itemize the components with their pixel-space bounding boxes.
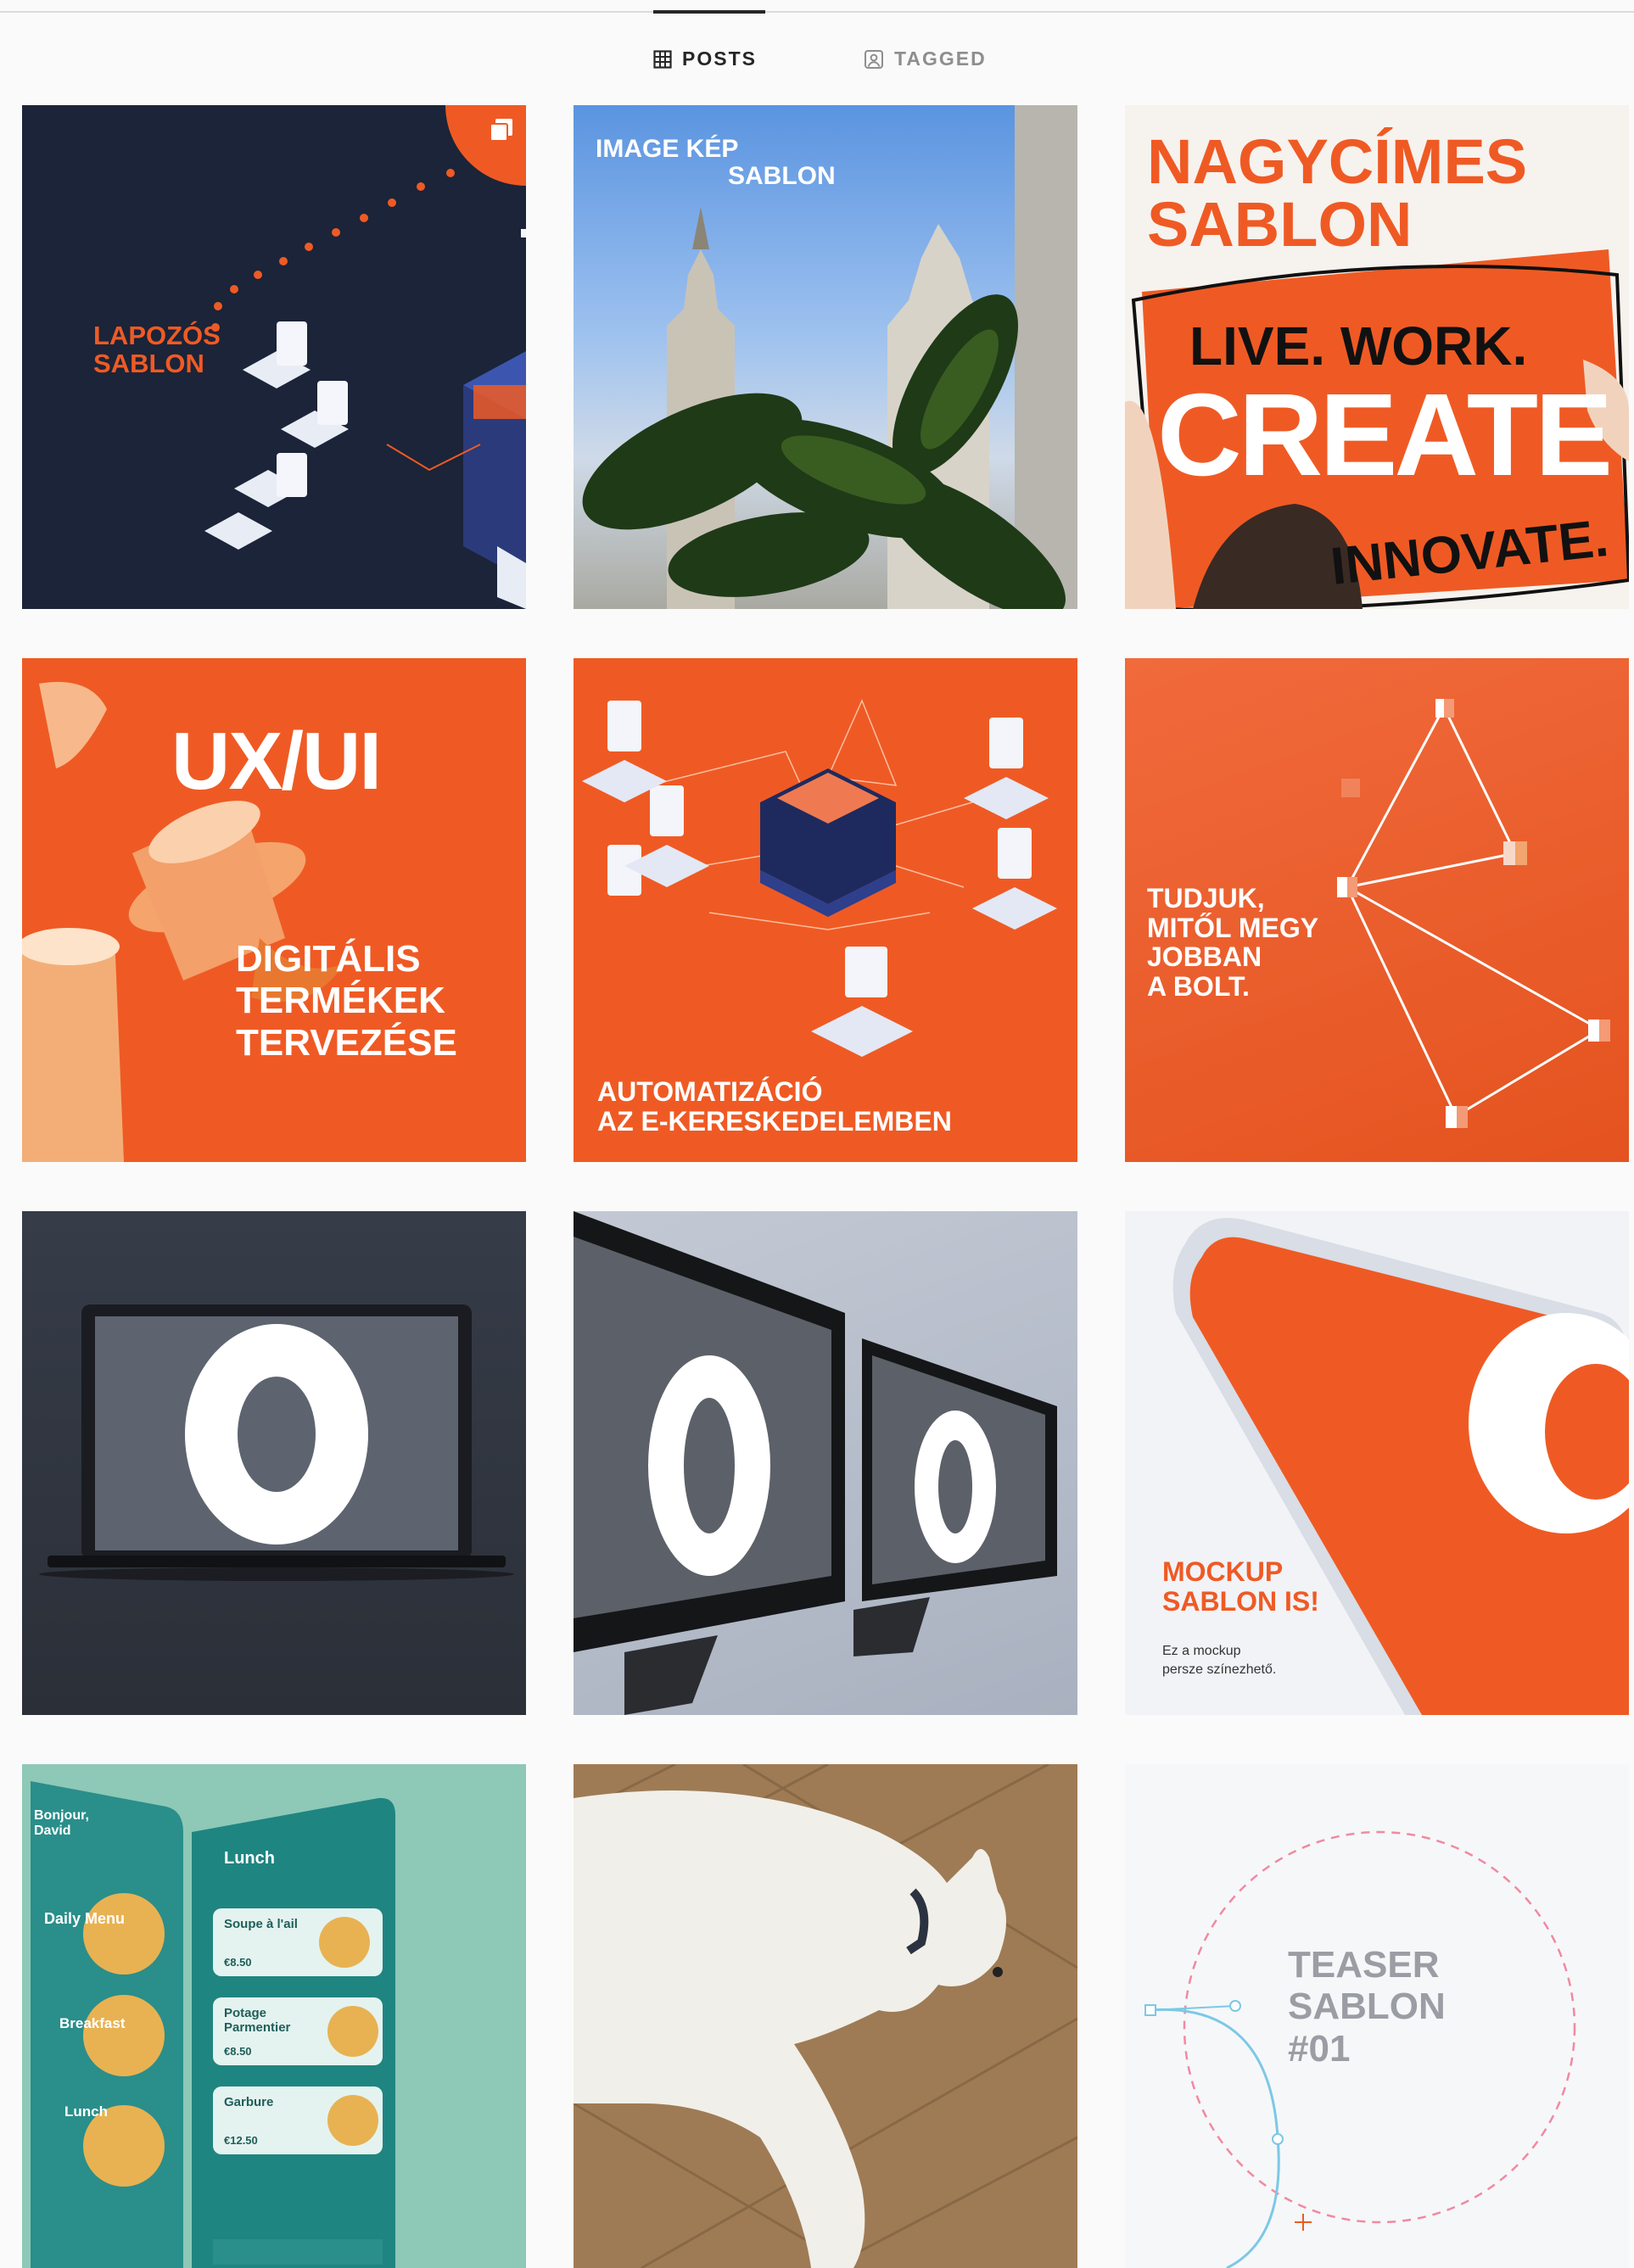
post-title: NAGYCÍMES SABLON	[1147, 126, 1528, 260]
app-dish-1: Soupe à l'ail	[224, 1917, 298, 1931]
app-lunch-header: Lunch	[224, 1849, 275, 1868]
app-daily-menu: Daily Menu	[44, 1910, 126, 1927]
post-tile-imac-mockup[interactable]	[574, 1211, 1077, 1715]
post-tile-dog-photo[interactable]	[574, 1764, 1077, 2268]
post-tile-app-mockup[interactable]: Bonjour, David Daily Menu Breakfast Lunc…	[22, 1764, 526, 2268]
post-tile-automatizacio[interactable]: AUTOMATIZÁCIÓ AZ E-KERESKEDELEMBEN	[574, 658, 1077, 1162]
grid-icon	[653, 49, 672, 69]
uxui-logo: UX/UI	[171, 716, 382, 807]
app-dish-2: Potage Parmentier	[224, 2006, 291, 2035]
app-lunch: Lunch	[64, 2103, 108, 2120]
app-breakfast: Breakfast	[59, 2015, 126, 2031]
post-title: MOCKUP SABLON IS!	[1162, 1556, 1319, 1617]
tab-posts-label: POSTS	[682, 47, 757, 70]
post-tile-teaser-sablon[interactable]: TEASER SABLON #01	[1125, 1764, 1629, 2268]
post-tile-laptop-mockup[interactable]	[22, 1211, 526, 1715]
profile-divider	[0, 11, 1634, 13]
post-tile-image-kep-sablon[interactable]: IMAGE KÉP SABLON	[574, 105, 1077, 609]
post-title: TEASER SABLON #01	[1288, 1944, 1446, 2070]
post-title: TUDJUK, MITŐL MEGY JOBBAN A BOLT.	[1147, 883, 1319, 1002]
sign-line-2: CREATE	[1157, 370, 1613, 500]
post-tile-nagycimes-sablon[interactable]: NAGYCÍMES SABLON LIVE. WORK. CREATE INNOV…	[1125, 105, 1629, 609]
tab-tagged[interactable]: TAGGED	[864, 47, 987, 70]
app-greeting: Bonjour, David	[34, 1808, 89, 1838]
post-tile-lapozos-sablon[interactable]: LAPOZÓS SABLON	[22, 105, 526, 609]
post-tile-tudjuk[interactable]: TUDJUK, MITŐL MEGY JOBBAN A BOLT.	[1125, 658, 1629, 1162]
app-price-2: €8.50	[224, 2045, 252, 2058]
tagged-person-icon	[864, 49, 884, 70]
laptop-mockup	[39, 1304, 514, 1581]
post-title: IMAGE KÉP SABLON	[596, 135, 836, 191]
carousel-icon	[489, 117, 514, 142]
sign-line-1: LIVE. WORK.	[1189, 316, 1528, 377]
post-title: LAPOZÓS SABLON	[93, 321, 221, 379]
post-title: AUTOMATIZÁCIÓ AZ E-KERESKEDELEMBEN	[597, 1076, 952, 1137]
post-tile-uxui[interactable]: UX/UI DIGITÁLIS TERMÉKEK TERVEZÉSE	[22, 658, 526, 1162]
post-title: DIGITÁLIS TERMÉKEK TERVEZÉSE	[236, 938, 457, 1064]
photo-white-dog	[574, 1764, 1077, 2268]
post-caption: Ez a mockup persze színezhető.	[1162, 1644, 1277, 1677]
app-price-1: €8.50	[224, 1956, 252, 1969]
profile-tabs: POSTS TAGGED	[0, 36, 1634, 83]
imac-mockup	[574, 1211, 1057, 1715]
active-tab-indicator	[653, 10, 765, 14]
tab-tagged-label: TAGGED	[894, 47, 987, 70]
app-dish-3: Garbure	[224, 2095, 274, 2109]
tab-posts[interactable]: POSTS	[653, 47, 757, 70]
app-screen-text: Bonjour, David Daily Menu Breakfast Lunc…	[22, 1764, 526, 2268]
app-price-3: €12.50	[224, 2134, 258, 2147]
post-tile-mockup-sablon[interactable]: MOCKUP SABLON IS! Ez a mockup persze színe…	[1125, 1211, 1629, 1715]
phone-mockup	[1172, 1218, 1629, 1715]
